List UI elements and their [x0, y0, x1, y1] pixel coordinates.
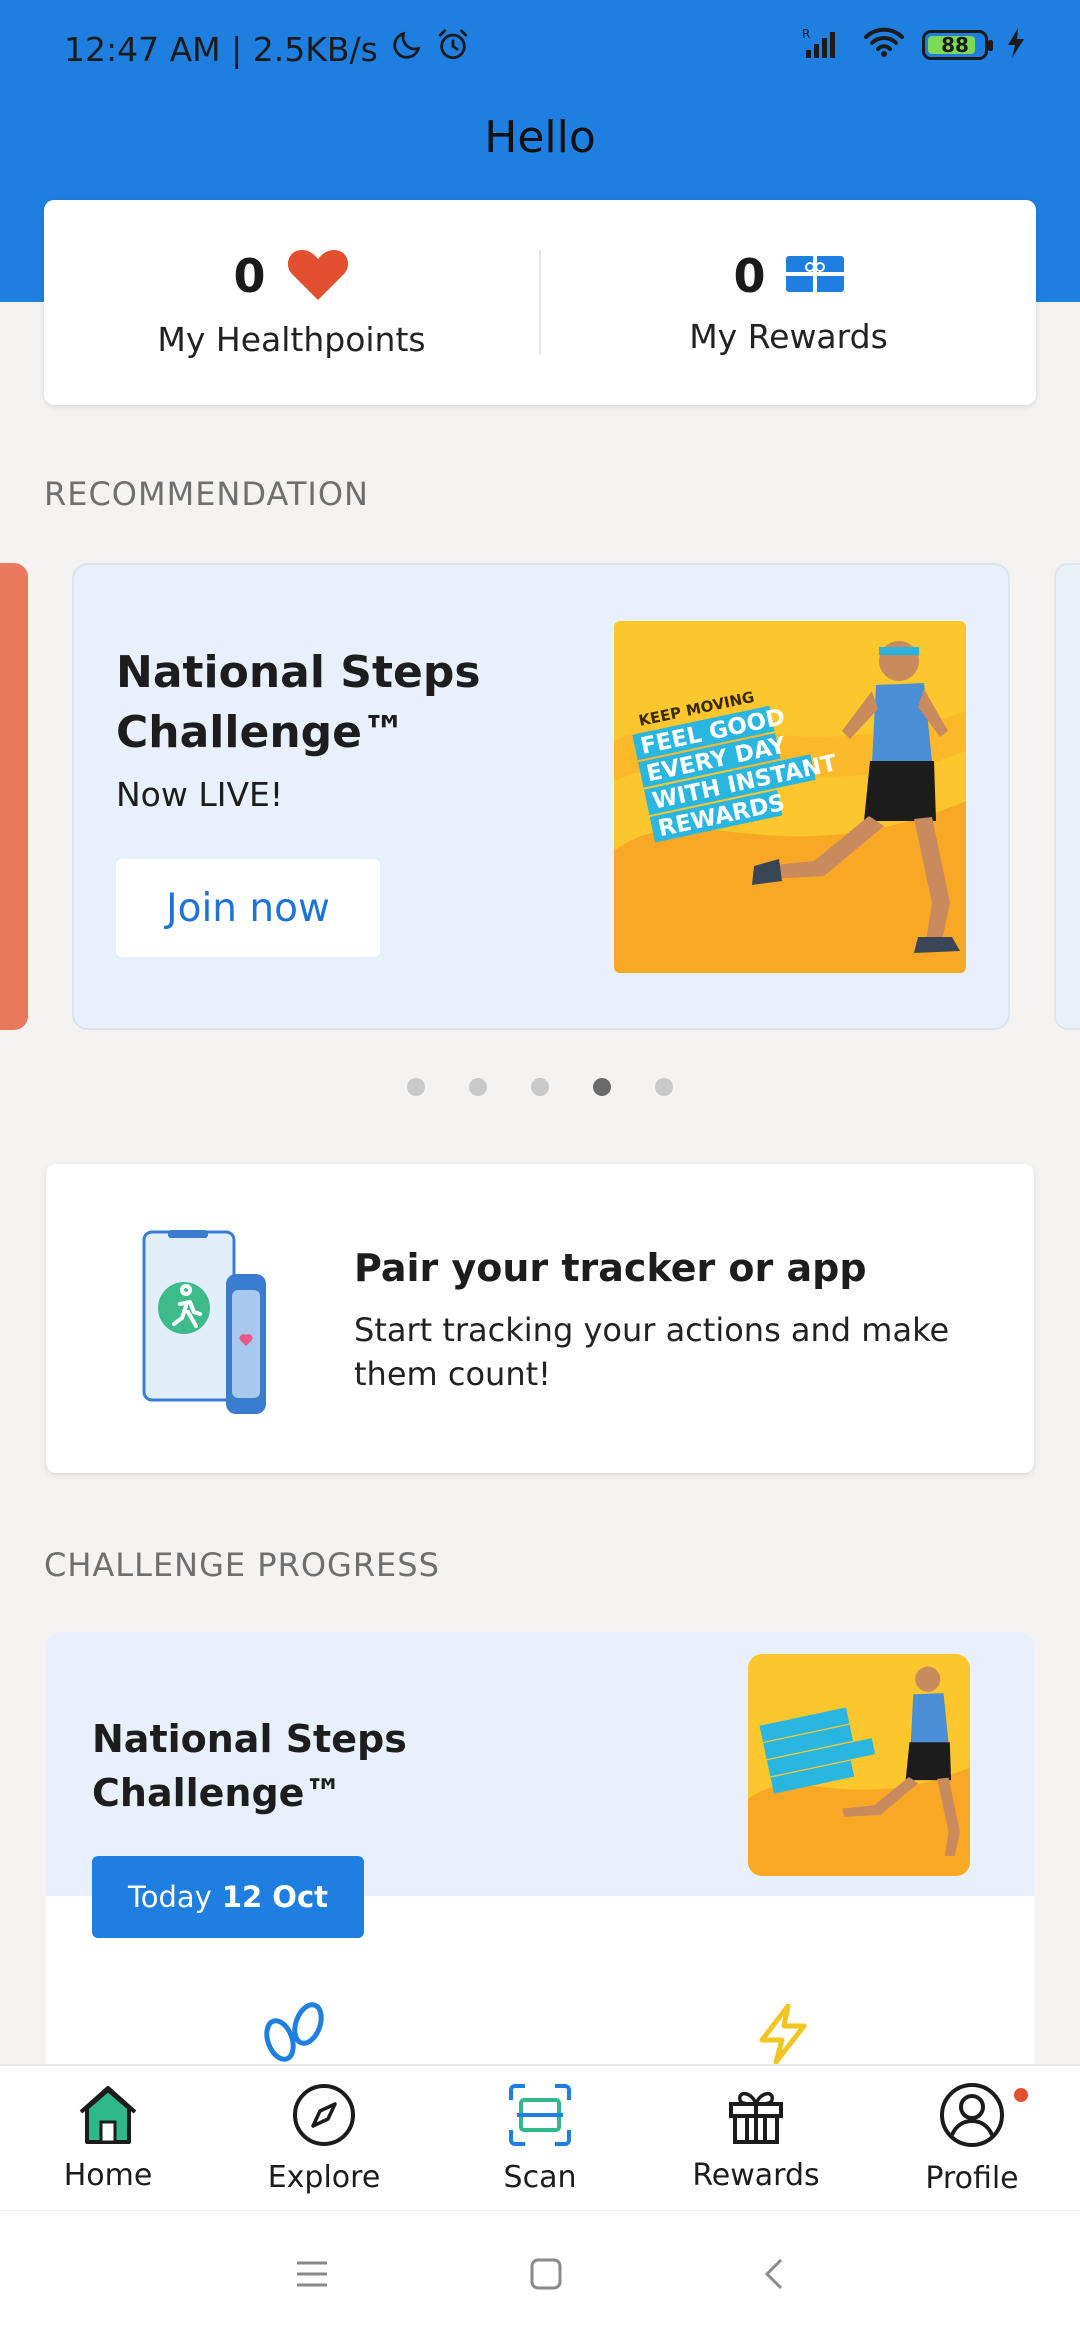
- rewards-value: 0: [733, 249, 766, 303]
- points-card: 0 My Healthpoints 0 My Rewards: [44, 200, 1036, 405]
- battery-level: 88: [941, 33, 969, 57]
- carousel-dots[interactable]: [0, 1078, 1080, 1096]
- lightning-icon: [754, 2003, 814, 2068]
- healthpoints-value: 0: [233, 249, 266, 303]
- menu-icon[interactable]: [295, 2259, 329, 2293]
- carousel-dot[interactable]: [407, 1078, 425, 1096]
- carousel-dot[interactable]: [469, 1078, 487, 1096]
- recommendation-card[interactable]: National Steps Challenge™ Now LIVE! Join…: [72, 563, 1010, 1030]
- alarm-icon: [436, 28, 470, 70]
- carousel-dot[interactable]: [655, 1078, 673, 1096]
- charging-icon: [1006, 28, 1026, 62]
- battery-icon: 88: [922, 30, 993, 60]
- join-now-button[interactable]: Join now: [116, 859, 380, 957]
- nav-home[interactable]: Home: [0, 2066, 216, 2210]
- status-right: R 88: [802, 26, 1026, 64]
- bottom-navigation: Home Explore Scan Rewards Profile: [0, 2064, 1080, 2210]
- pair-description: Start tracking your actions and make the…: [354, 1311, 950, 1393]
- carousel-dot[interactable]: [593, 1078, 611, 1096]
- status-bar: 12:47 AM | 2.5KB/s R 88: [0, 0, 1080, 100]
- rewards-label: My Rewards: [689, 317, 888, 356]
- moon-icon: [390, 28, 424, 70]
- heart-icon: [286, 246, 350, 306]
- carousel-next-card[interactable]: [1054, 563, 1080, 1030]
- today-date-button[interactable]: Today 12 Oct: [92, 1856, 364, 1938]
- nav-rewards[interactable]: Rewards: [648, 2066, 864, 2210]
- gift-icon: [725, 2084, 787, 2150]
- healthpoints-label: My Healthpoints: [157, 320, 426, 359]
- nav-home-label: Home: [63, 2157, 153, 2193]
- compass-icon: [291, 2082, 357, 2152]
- healthpoints-summary[interactable]: 0 My Healthpoints: [44, 200, 539, 405]
- system-navigation-bar: [0, 2210, 1080, 2340]
- pair-tracker-card[interactable]: Pair your tracker or app Start tracking …: [46, 1164, 1034, 1473]
- pair-title: Pair your tracker or app: [354, 1246, 867, 1290]
- nav-scan-label: Scan: [503, 2159, 577, 2195]
- profile-icon: [938, 2081, 1006, 2153]
- scan-icon: [507, 2082, 573, 2152]
- challenge-progress-title: National Steps Challenge™: [92, 1717, 407, 1815]
- challenge-banner-image: KEEP MOVING FEEL GOOD EVERY DAY WITH INS…: [614, 621, 966, 973]
- gift-card-icon: [785, 252, 844, 300]
- status-time: 12:47 AM | 2.5KB/s: [64, 29, 378, 69]
- wifi-icon: [864, 27, 904, 63]
- phone-tracker-icon: [136, 1224, 286, 1428]
- today-label: Today: [127, 1880, 212, 1914]
- challenge-progress-heading: CHALLENGE PROGRESS: [44, 1546, 440, 1584]
- notification-badge: [1014, 2088, 1028, 2102]
- nav-explore-label: Explore: [267, 2159, 381, 2195]
- recommendation-subtitle: Now LIVE!: [116, 775, 284, 814]
- challenge-progress-card[interactable]: National Steps Challenge™ Today 12 Oct: [46, 1632, 1034, 2102]
- challenge-progress-image: [748, 1654, 970, 1876]
- carousel-previous-card[interactable]: [0, 563, 28, 1030]
- signal-icon: R: [802, 26, 846, 64]
- nav-profile-label: Profile: [925, 2160, 1019, 2196]
- footsteps-icon: [258, 2002, 328, 2066]
- svg-text:R: R: [802, 27, 810, 41]
- recommendation-title: National Steps Challenge™: [116, 647, 481, 758]
- nav-profile[interactable]: Profile: [864, 2066, 1080, 2210]
- today-date: 12 Oct: [221, 1880, 329, 1914]
- rewards-row: 0: [733, 249, 844, 303]
- recommendation-heading: RECOMMENDATION: [44, 475, 369, 513]
- nav-explore[interactable]: Explore: [216, 2066, 432, 2210]
- home-button-icon[interactable]: [529, 2257, 563, 2295]
- page-title: Hello: [484, 112, 596, 163]
- carousel-dot[interactable]: [531, 1078, 549, 1096]
- rewards-summary[interactable]: 0 My Rewards: [541, 200, 1036, 405]
- nav-rewards-label: Rewards: [692, 2157, 820, 2193]
- home-icon: [75, 2084, 141, 2150]
- back-icon[interactable]: [763, 2257, 785, 2295]
- healthpoints-row: 0: [233, 246, 349, 306]
- nav-scan[interactable]: Scan: [432, 2066, 648, 2210]
- status-left: 12:47 AM | 2.5KB/s: [64, 28, 470, 70]
